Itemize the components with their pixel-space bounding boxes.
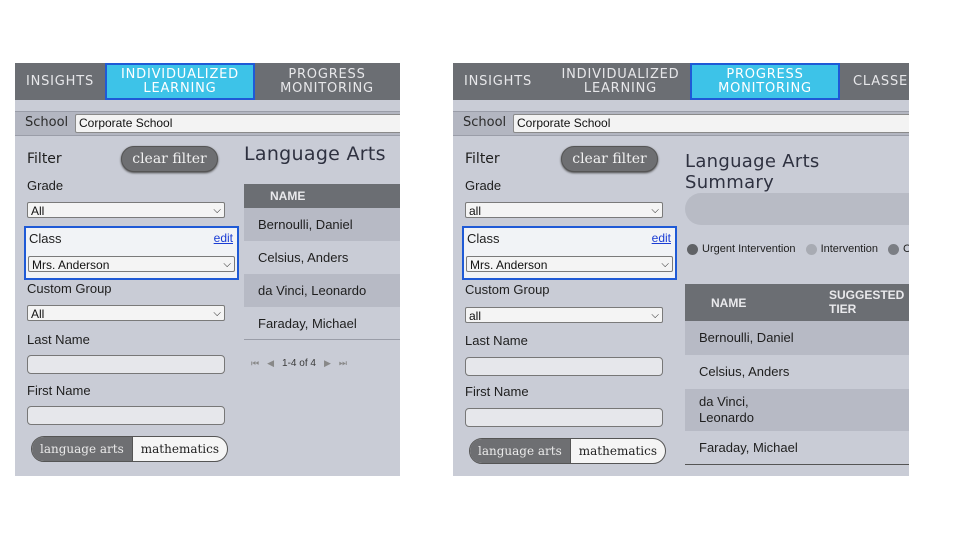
edit-class-link[interactable]: edit (214, 231, 233, 245)
filter-label: Filter (27, 151, 62, 167)
chevron-down-icon: ⌵ (213, 205, 221, 216)
table-row[interactable]: Faraday, Michael (685, 431, 909, 465)
last-page-icon[interactable]: ⏭ (339, 358, 347, 369)
legend-label: C (903, 243, 909, 255)
name-column-header[interactable]: NAME (711, 296, 746, 310)
custom-group-select[interactable]: all ⌵ (465, 307, 663, 323)
table-row[interactable]: Celsius, Anders (244, 241, 400, 274)
first-name-label: First Name (465, 384, 529, 399)
first-page-icon[interactable]: ⏮ (251, 358, 259, 369)
school-bar: School Corporate School (453, 111, 909, 136)
class-select-value: Mrs. Anderson (470, 258, 548, 272)
clear-filter-button[interactable]: clear filter (561, 146, 658, 172)
class-label: Class (467, 231, 500, 246)
pagination: ⏮ ◀ 1-4 of 4 ▶ ⏭ (251, 358, 347, 369)
mathematics-toggle[interactable]: mathematics (569, 439, 665, 463)
school-label: School (463, 115, 507, 130)
table-row[interactable]: Bernoulli, Daniel (685, 321, 909, 355)
tab-classes[interactable]: CLASSE (853, 63, 909, 100)
intervention-dot-icon (805, 243, 817, 255)
table-row[interactable]: Celsius, Anders (685, 355, 909, 389)
grade-select-value: all (469, 204, 482, 218)
last-name-label: Last Name (27, 332, 90, 347)
legend-third: C (888, 243, 909, 255)
suggested-tier-column-header[interactable]: SUGGESTED TIER (829, 288, 904, 316)
tab-progress-monitoring[interactable]: PROGRESS MONITORING (690, 63, 840, 100)
summary-bar (685, 193, 909, 225)
class-filter-highlight: Class edit Mrs. Anderson ⌵ (462, 226, 677, 280)
subject-toggle: language arts mathematics (469, 438, 667, 464)
table-row[interactable]: da Vinci, Leonardo (244, 274, 400, 307)
class-filter-highlight: Class edit Mrs. Anderson ⌵ (24, 226, 239, 280)
chevron-down-icon: ⌵ (213, 308, 221, 319)
school-label: School (25, 115, 69, 130)
tab-insights[interactable]: INSIGHTS (453, 63, 543, 100)
custom-group-select-value: all (469, 309, 482, 323)
table-header: NAME (244, 184, 400, 208)
language-arts-toggle[interactable]: language arts (32, 437, 132, 461)
prev-page-icon[interactable]: ◀ (267, 358, 274, 369)
last-name-input[interactable] (27, 355, 225, 374)
chevron-down-icon: ⌵ (651, 205, 659, 216)
mathematics-toggle[interactable]: mathematics (131, 437, 227, 461)
table-row[interactable]: da Vinci, Leonardo (685, 389, 909, 431)
tier-dot-icon (888, 243, 900, 255)
progress-monitoring-panel: INSIGHTS INDIVIDUALIZED LEARNING PROGRES… (453, 63, 909, 476)
page-range: 1-4 of 4 (282, 358, 316, 369)
table-row[interactable]: Faraday, Michael (244, 307, 400, 340)
language-arts-toggle[interactable]: language arts (470, 439, 570, 463)
grade-label: Grade (465, 178, 502, 193)
page-title: Language Arts Summary (685, 151, 820, 193)
next-page-icon[interactable]: ▶ (324, 358, 331, 369)
first-name-input[interactable] (27, 406, 225, 425)
individualized-learning-panel: INSIGHTS INDIVIDUALIZED LEARNING PROGRES… (15, 63, 400, 476)
table-row[interactable]: Bernoulli, Daniel (244, 208, 400, 241)
school-select[interactable]: Corporate School (513, 114, 909, 133)
class-label: Class (29, 231, 62, 246)
name-column-header[interactable]: NAME (244, 189, 305, 203)
school-select[interactable]: Corporate School (75, 114, 400, 133)
legend-intervention: Intervention (805, 243, 879, 255)
first-name-label: First Name (27, 383, 91, 398)
grade-label: Grade (27, 178, 64, 193)
legend-urgent-intervention: Urgent Intervention (687, 243, 796, 255)
legend-label: Intervention (820, 243, 879, 255)
subject-toggle: language arts mathematics (31, 436, 229, 462)
grade-select[interactable]: All ⌵ (27, 202, 225, 218)
edit-class-link[interactable]: edit (652, 231, 671, 245)
tab-individualized-learning[interactable]: INDIVIDUALIZED LEARNING (553, 63, 688, 100)
last-name-input[interactable] (465, 357, 663, 376)
filter-sidebar: Filter clear filter Grade All ⌵ Class ed… (15, 136, 239, 476)
grade-select-value: All (31, 204, 45, 218)
school-bar: School Corporate School (15, 111, 400, 136)
first-name-input[interactable] (465, 408, 663, 427)
custom-group-label: Custom Group (27, 281, 112, 296)
class-select[interactable]: Mrs. Anderson ⌵ (466, 256, 673, 272)
chevron-down-icon: ⌵ (661, 259, 669, 270)
chevron-down-icon: ⌵ (223, 259, 231, 270)
class-select-value: Mrs. Anderson (32, 258, 110, 272)
filter-label: Filter (465, 151, 500, 167)
page-title: Language Arts (244, 143, 386, 165)
custom-group-select-value: All (31, 307, 45, 321)
tab-individualized-learning[interactable]: INDIVIDUALIZED LEARNING (105, 63, 255, 100)
legend-label: Urgent Intervention (702, 243, 796, 255)
tab-progress-monitoring[interactable]: PROGRESS MONITORING (262, 63, 392, 100)
top-nav: INSIGHTS INDIVIDUALIZED LEARNING PROGRES… (15, 63, 400, 100)
last-name-label: Last Name (465, 333, 528, 348)
class-select[interactable]: Mrs. Anderson ⌵ (28, 256, 235, 272)
tab-insights[interactable]: INSIGHTS (15, 63, 105, 100)
urgent-dot-icon (687, 243, 698, 255)
top-nav: INSIGHTS INDIVIDUALIZED LEARNING PROGRES… (453, 63, 909, 100)
custom-group-label: Custom Group (465, 282, 550, 297)
filter-sidebar: Filter clear filter Grade all ⌵ Class ed… (453, 136, 677, 476)
grade-select[interactable]: all ⌵ (465, 202, 663, 218)
clear-filter-button[interactable]: clear filter (121, 146, 218, 172)
table-header: NAME SUGGESTED TIER (685, 284, 909, 321)
custom-group-select[interactable]: All ⌵ (27, 305, 225, 321)
tier-legend: Urgent Intervention Intervention C (687, 243, 909, 255)
chevron-down-icon: ⌵ (651, 310, 659, 321)
